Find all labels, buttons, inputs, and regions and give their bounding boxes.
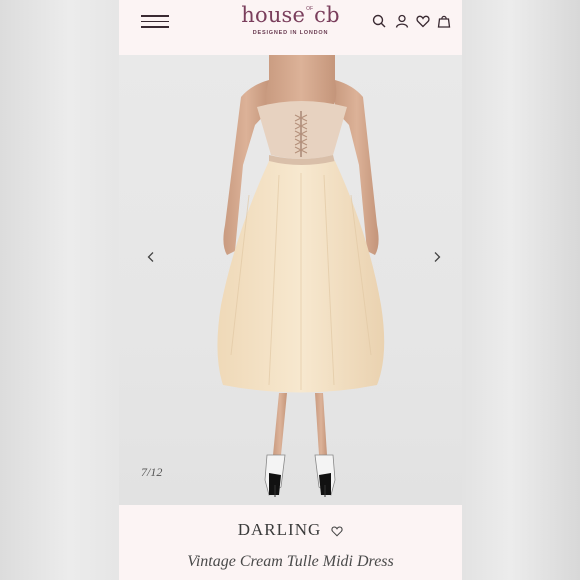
site-header: houseOFcb DESIGNED IN LONDON [119,0,462,55]
app-frame: houseOFcb DESIGNED IN LONDON 7/12 DARLIN… [119,0,462,580]
chevron-left-icon[interactable] [145,251,157,263]
product-subtitle: Vintage Cream Tulle Midi Dress [187,553,394,570]
product-name: DARLING [237,520,322,539]
product-info: DARLING Vintage Cream Tulle Midi Dress [119,505,462,580]
dress-photo [217,55,385,497]
chevron-right-icon[interactable] [431,251,443,263]
brand-tagline: DESIGNED IN LONDON [252,30,329,36]
logo-house: house [241,3,306,27]
product-image[interactable]: 7/12 [119,55,462,505]
logo-cb: cb [314,3,340,27]
bag-icon[interactable] [437,14,451,28]
search-icon[interactable] [372,14,386,28]
wishlist-heart-icon[interactable] [416,14,430,28]
account-icon[interactable] [395,14,409,28]
logo-of: OF [306,6,314,12]
image-counter: 7/12 [141,465,163,479]
brand-logo[interactable]: houseOFcb [119,3,462,27]
heart-icon[interactable] [331,525,343,537]
product-name-row: DARLING [119,520,462,540]
